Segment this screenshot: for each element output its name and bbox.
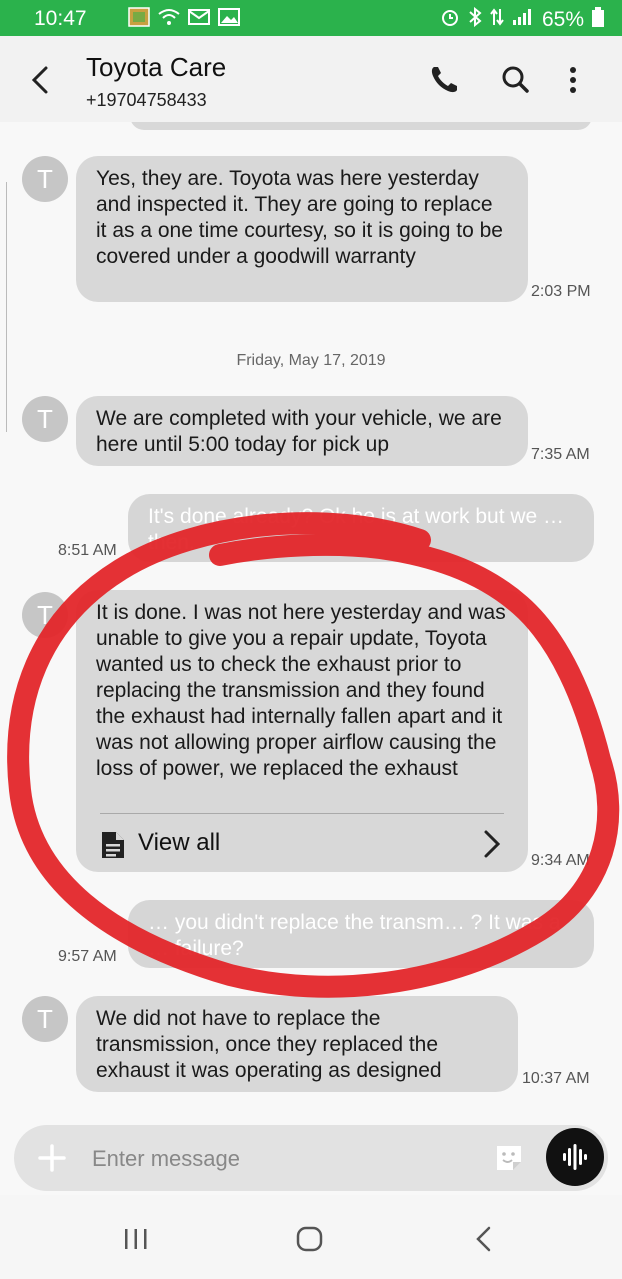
- contact-avatar[interactable]: T: [22, 156, 68, 202]
- home-icon: [296, 1226, 323, 1252]
- incoming-message-bubble[interactable]: Yes, they are. Toyota was here yesterday…: [76, 156, 528, 302]
- message-text: It is done. I was not here yesterday and…: [96, 601, 506, 780]
- partial-message-bubble: [130, 122, 592, 130]
- search-button[interactable]: [496, 60, 536, 100]
- message-text: It's done already? Ok he is at work but …: [148, 505, 565, 554]
- back-arrow-icon: [476, 1226, 491, 1252]
- message-timestamp: 7:35 AM: [531, 446, 590, 463]
- message-text: Yes, they are. Toyota was here yesterday…: [96, 167, 503, 268]
- composer: [14, 1125, 608, 1193]
- nav-back-button[interactable]: [464, 1221, 504, 1257]
- contact-name[interactable]: Toyota Care: [86, 52, 226, 83]
- scroll-edge: [0, 182, 7, 432]
- voice-wave-icon: [563, 1144, 587, 1170]
- incoming-message-bubble[interactable]: We are completed with your vehicle, we a…: [76, 396, 528, 466]
- status-bar: 10:47 65%: [0, 0, 622, 36]
- outgoing-message-bubble[interactable]: It's done already? Ok he is at work but …: [128, 494, 594, 562]
- status-time: 10:47: [34, 7, 87, 30]
- chevron-right-icon: [484, 830, 501, 858]
- bluetooth-icon: [468, 6, 482, 33]
- view-all-label: View all: [138, 829, 221, 856]
- sticker-button[interactable]: [494, 1143, 524, 1173]
- battery-icon: [592, 7, 604, 33]
- contact-avatar[interactable]: T: [22, 592, 68, 638]
- recents-icon: [125, 1229, 147, 1249]
- back-button[interactable]: [22, 60, 58, 100]
- system-nav-bar: [0, 1195, 622, 1279]
- message-timestamp: 2:03 PM: [531, 283, 591, 300]
- voice-record-button[interactable]: [546, 1128, 604, 1186]
- document-icon: [102, 832, 124, 858]
- message-text: We did not have to replace the transmiss…: [96, 1007, 442, 1082]
- contact-number: +19704758433: [86, 90, 207, 110]
- signal-icon: [512, 8, 534, 32]
- conversation-header: Toyota Care +19704758433: [0, 36, 622, 122]
- contact-avatar[interactable]: T: [22, 996, 68, 1042]
- outgoing-message-bubble[interactable]: … you didn't replace the transm… ? It wa…: [128, 900, 594, 968]
- message-timestamp: 10:37 AM: [522, 1070, 590, 1087]
- message-text: … you didn't replace the transm… ? It wa…: [148, 911, 561, 960]
- date-separator: Friday, May 17, 2019: [236, 352, 386, 369]
- wifi-icon: [158, 8, 180, 32]
- attach-button[interactable]: [38, 1144, 66, 1172]
- recent-apps-button[interactable]: [116, 1221, 156, 1257]
- contact-avatar[interactable]: T: [22, 396, 68, 442]
- email-icon: [188, 8, 210, 32]
- message-text: We are completed with your vehicle, we a…: [96, 407, 502, 456]
- message-timestamp: 8:51 AM: [58, 542, 117, 559]
- message-timestamp: 9:34 AM: [531, 852, 590, 869]
- sticker-icon: [497, 1146, 521, 1170]
- more-vert-icon: [570, 67, 576, 93]
- gallery-icon: [128, 7, 150, 33]
- back-icon: [31, 66, 48, 94]
- incoming-message-bubble[interactable]: We did not have to replace the transmiss…: [76, 996, 518, 1092]
- data-icon: [490, 7, 504, 33]
- home-button[interactable]: [290, 1221, 330, 1257]
- image-icon: [218, 8, 240, 32]
- more-options-button[interactable]: [556, 60, 596, 100]
- incoming-message-bubble[interactable]: It is done. I was not here yesterday and…: [76, 590, 528, 872]
- view-all-button[interactable]: View all: [100, 813, 504, 872]
- message-input[interactable]: [90, 1125, 474, 1193]
- alarm-icon: [440, 7, 460, 33]
- message-timestamp: 9:57 AM: [58, 948, 117, 965]
- message-list[interactable]: T Yes, they are. Toyota was here yesterd…: [0, 122, 622, 1120]
- search-icon: [502, 66, 529, 93]
- battery-text: 65%: [541, 8, 584, 31]
- call-button[interactable]: [424, 60, 464, 100]
- phone-icon: [431, 67, 457, 93]
- plus-icon: [38, 1144, 66, 1172]
